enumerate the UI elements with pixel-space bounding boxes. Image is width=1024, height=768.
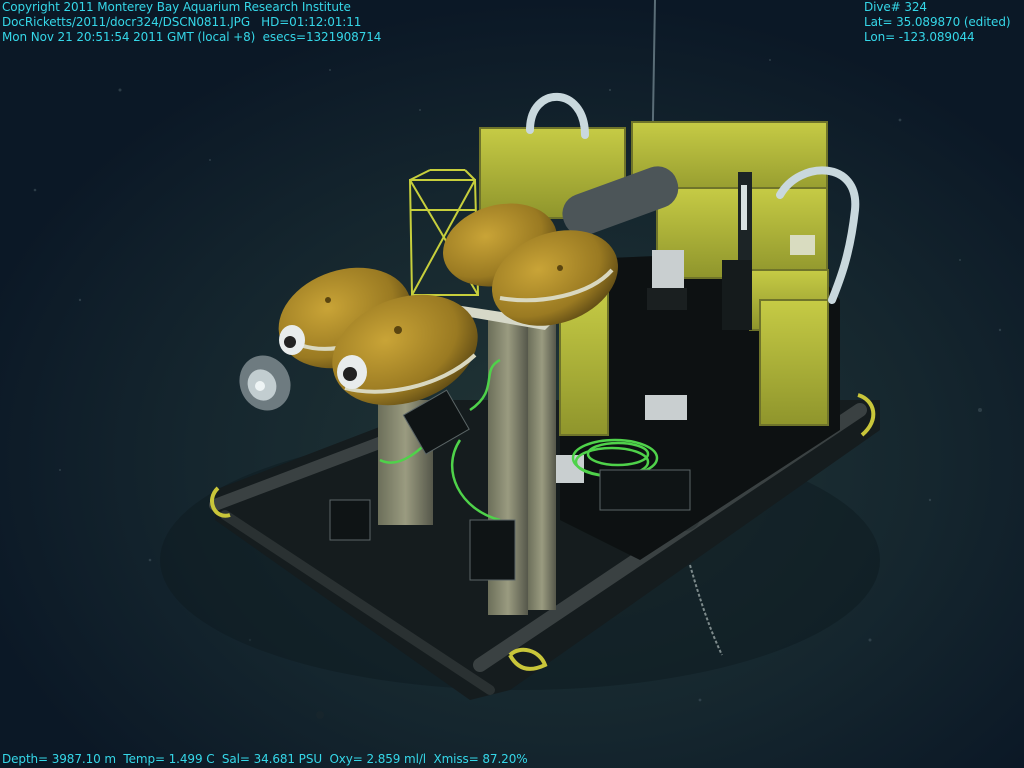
metadata-top-right: Dive# 324 Lat= 35.089870 (edited) Lon= -12… <box>864 0 1011 45</box>
filename-line: DocRicketts/2011/docr324/DSCN0811.JPG HD… <box>2 15 362 29</box>
copyright-line: Copyright 2011 Monterey Bay Aquarium Res… <box>2 0 351 14</box>
dive-number: Dive# 324 <box>864 0 927 14</box>
latitude: Lat= 35.089870 (edited) <box>864 15 1011 29</box>
timestamp-line: Mon Nov 21 20:51:54 2011 GMT (local +8) … <box>2 30 382 44</box>
metadata-top-left: Copyright 2011 Monterey Bay Aquarium Res… <box>2 0 381 45</box>
sensor-readout-bottom: Depth= 3987.10 m Temp= 1.499 C Sal= 34.6… <box>2 752 528 766</box>
longitude: Lon= -123.089044 <box>864 30 975 44</box>
deep-sea-lander-photo <box>0 0 1024 768</box>
